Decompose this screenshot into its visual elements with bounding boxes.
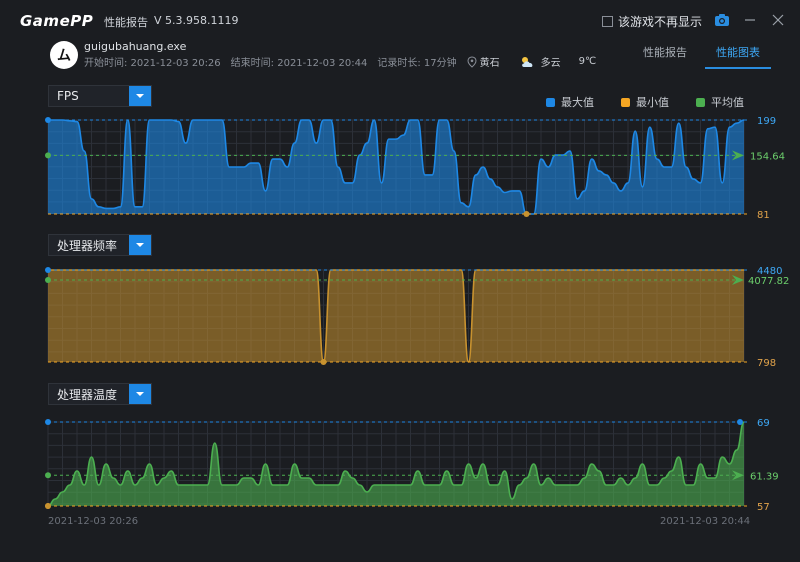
avg-marker [45, 472, 51, 479]
legend-avg: 平均值 [696, 94, 744, 110]
metric-select-label: 处理器温度 [57, 387, 118, 402]
location: 黄石 [467, 54, 510, 69]
cpu-frequency-chart: 44804077.82798 [45, 266, 789, 369]
version-label: V 5.3.958.1119 [154, 14, 239, 27]
legend-max-label: 最大值 [561, 96, 594, 109]
tab-performance-chart[interactable]: 性能图表 [716, 44, 760, 60]
title-bar: GamePP 性能报告 V 5.3.958.1119 该游戏不再显示 [0, 0, 800, 40]
temperature: 9℃ [578, 56, 597, 67]
legend-min: 最小值 [621, 94, 669, 110]
series-min-point [523, 211, 530, 217]
avg-marker [45, 152, 51, 159]
avg-value-label: 154.64 [750, 151, 785, 162]
tab-performance-report[interactable]: 性能报告 [643, 44, 687, 60]
legend-max-swatch [546, 97, 555, 107]
series-max-point [737, 419, 743, 425]
session-info: ム guigubahuang.exe 开始时间: 2021-12-03 20:2… [0, 40, 800, 72]
dropdown-arrow[interactable] [129, 235, 151, 255]
metric-select-label: 处理器频率 [57, 238, 118, 253]
time-start: 2021-12-03 20:26 [48, 516, 139, 527]
avg-value-label: 4077.82 [748, 276, 789, 287]
time-end: 2021-12-03 20:44 [660, 516, 751, 527]
chevron-down-icon [136, 94, 144, 98]
max-value-label: 69 [757, 418, 770, 429]
min-value-label: 57 [757, 502, 770, 513]
max-marker [45, 419, 51, 425]
duration: 记录时长: 17分钟 [377, 58, 457, 69]
dropdown-arrow[interactable] [129, 384, 151, 404]
legend-min-swatch [621, 97, 630, 107]
min-value-label: 81 [757, 210, 770, 221]
dont-show-checkbox[interactable] [602, 16, 613, 27]
dont-show-toggle[interactable]: 该游戏不再显示 [602, 13, 702, 30]
session-meta: 开始时间: 2021-12-03 20:26 结束时间: 2021-12-03 … [84, 54, 616, 69]
close-icon[interactable] [770, 12, 786, 28]
cpu-temperature-chart: 69 61.39 57 [45, 418, 779, 513]
weather-label: 多云 [540, 58, 561, 69]
min-value-label: 798 [757, 358, 776, 369]
active-tab-indicator [705, 67, 771, 69]
avg-value-label: 61.39 [750, 471, 779, 482]
fps-chart: 199 154.64 81 [45, 116, 785, 221]
camera-icon[interactable] [714, 12, 730, 28]
exe-name: guigubahuang.exe [84, 40, 187, 53]
max-marker [45, 117, 51, 123]
metric-select-cpu-freq[interactable]: 处理器频率 [48, 234, 152, 256]
end-time: 结束时间: 2021-12-03 20:44 [230, 58, 368, 69]
game-avatar: ム [50, 41, 78, 69]
legend-max: 最大值 [546, 94, 594, 110]
series-min-point [45, 503, 51, 509]
metric-select-label: FPS [57, 89, 79, 103]
chevron-down-icon [136, 392, 144, 396]
dont-show-label: 该游戏不再显示 [618, 15, 703, 29]
location-name: 黄石 [479, 58, 500, 69]
dropdown-arrow[interactable] [129, 86, 151, 106]
legend-avg-swatch [696, 97, 705, 107]
metric-select-fps[interactable]: FPS [48, 85, 152, 107]
weather: 多云 9℃ [520, 54, 607, 69]
location-pin-icon [467, 55, 477, 68]
series-area [48, 270, 744, 362]
series-min-point [320, 359, 327, 365]
legend-avg-label: 平均值 [711, 96, 744, 109]
start-time: 开始时间: 2021-12-03 20:26 [84, 58, 221, 69]
avg-marker [45, 277, 51, 284]
app-logo: GamePP [20, 12, 94, 30]
minimize-icon[interactable] [742, 12, 758, 28]
legend-min-label: 最小值 [636, 96, 669, 109]
max-value-label: 199 [757, 116, 776, 127]
cloudy-icon [521, 56, 533, 67]
window-title: 性能报告 [104, 16, 148, 29]
max-marker [45, 267, 51, 273]
metric-select-cpu-temp[interactable]: 处理器温度 [48, 383, 152, 405]
chevron-down-icon [136, 243, 144, 247]
